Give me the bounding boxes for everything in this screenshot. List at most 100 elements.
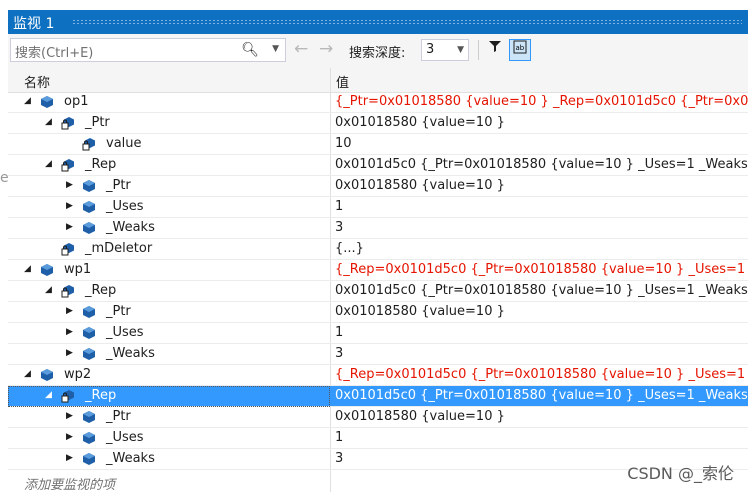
watch-row[interactable]: ▶ _Uses 1	[8, 428, 748, 449]
row-value[interactable]: 1	[335, 430, 343, 445]
forward-arrow-icon[interactable]: →	[319, 39, 333, 59]
tab-format-icon[interactable]: ab	[509, 39, 531, 61]
row-value[interactable]: {_Rep=0x0101d5c0 {_Ptr=0x01018580 {value…	[335, 367, 748, 382]
expand-arrow-icon[interactable]: ▶	[66, 432, 76, 442]
row-name: _Rep	[85, 283, 117, 298]
row-name: _Ptr	[106, 304, 131, 319]
row-name: _Rep	[85, 157, 117, 172]
svg-text:ab: ab	[516, 44, 525, 52]
row-value[interactable]: 0x01018580 {value=10 }	[335, 409, 505, 424]
expand-arrow-icon[interactable]: ▶	[66, 348, 76, 358]
toolbar: 搜索(Ctrl+E) 🔍︎ ▼ ← → 搜索深度: 3 ▼ ab	[8, 34, 748, 68]
row-value[interactable]: 0x0101d5c0 {_Ptr=0x01018580 {value=10 } …	[335, 157, 748, 172]
watch-row[interactable]: ◢ _Rep 0x0101d5c0 {_Ptr=0x01018580 {value=…	[8, 155, 748, 176]
row-value[interactable]: 3	[335, 451, 343, 466]
watch-row[interactable]: ▶ _Ptr 0x01018580 {value=10 }	[8, 302, 748, 323]
add-watch-input[interactable]: 添加要监视的项	[24, 474, 115, 493]
expand-arrow-icon[interactable]: ▶	[66, 222, 76, 232]
object-icon	[40, 368, 54, 382]
expand-arrow-icon[interactable]: ▶	[66, 327, 76, 337]
row-value[interactable]: 0x0101d5c0 {_Ptr=0x01018580 {value=10 } …	[335, 388, 748, 403]
search-box[interactable]: 搜索(Ctrl+E) 🔍︎ ▼	[10, 38, 286, 62]
watch-row[interactable]: ◢ op1 {_Ptr=0x01018580 {value=10 } _Rep=0x…	[8, 92, 748, 113]
row-name: _Weaks	[106, 220, 155, 235]
watch-row[interactable]: ▶ _Uses 1	[8, 197, 748, 218]
watch-row[interactable]: ◢ wp2 {_Rep=0x0101d5c0 {_Ptr=0x01018580 {v…	[8, 365, 748, 386]
row-value[interactable]: {_Rep=0x0101d5c0 {_Ptr=0x01018580 {value…	[335, 262, 748, 277]
watch-row[interactable]: ◢ _Rep 0x0101d5c0 {_Ptr=0x01018580 {value=…	[8, 281, 748, 302]
watch-row[interactable]: ◢ _Rep 0x0101d5c0 {_Ptr=0x01018580 {value=…	[8, 386, 748, 407]
search-icon[interactable]: 🔍︎	[241, 42, 259, 58]
watch-row[interactable]: ◢ _Ptr 0x01018580 {value=10 }	[8, 113, 748, 134]
watch-row[interactable]: ▶ _Weaks 3	[8, 218, 748, 239]
object-icon	[82, 305, 96, 319]
row-value[interactable]: 0x0101d5c0 {_Ptr=0x01018580 {value=10 } …	[335, 283, 748, 298]
watch-row[interactable]: _mDeletor {...}	[8, 239, 748, 260]
collapse-arrow-icon[interactable]: ◢	[24, 369, 34, 379]
object-icon	[82, 431, 96, 445]
row-name: value	[106, 136, 142, 151]
collapse-arrow-icon[interactable]: ◢	[24, 264, 34, 274]
search-depth-value: 3	[426, 42, 435, 57]
collapse-arrow-icon[interactable]: ◢	[24, 96, 34, 106]
value-column-header[interactable]: 值	[336, 72, 349, 91]
row-value[interactable]: 1	[335, 325, 343, 340]
row-value[interactable]: 0x01018580 {value=10 }	[335, 178, 505, 193]
watch-row[interactable]: ▶ _Uses 1	[8, 323, 748, 344]
private-member-icon	[61, 116, 75, 130]
grid-header: 名称 值	[8, 68, 748, 93]
back-arrow-icon[interactable]: ←	[294, 39, 308, 59]
collapse-arrow-icon[interactable]: ◢	[45, 390, 55, 400]
chevron-down-icon[interactable]: ▼	[272, 44, 279, 54]
row-name: _mDeletor	[85, 241, 153, 256]
object-icon	[82, 179, 96, 193]
filter-icon[interactable]	[484, 39, 506, 61]
private-member-icon	[61, 158, 75, 172]
watch-row[interactable]: value 10	[8, 134, 748, 155]
row-name: _Uses	[106, 325, 144, 340]
row-name: _Ptr	[85, 115, 110, 130]
row-value[interactable]: 0x01018580 {value=10 }	[335, 115, 505, 130]
name-column-header[interactable]: 名称	[24, 72, 50, 91]
collapse-arrow-icon[interactable]: ◢	[45, 159, 55, 169]
expand-arrow-icon[interactable]: ▶	[66, 453, 76, 463]
private-member-icon	[61, 389, 75, 403]
row-value[interactable]: 0x01018580 {value=10 }	[335, 304, 505, 319]
search-input[interactable]: 搜索(Ctrl+E)	[15, 42, 93, 61]
object-icon	[82, 200, 96, 214]
expand-arrow-icon[interactable]: ▶	[66, 306, 76, 316]
expand-arrow-icon[interactable]: ▶	[66, 180, 76, 190]
watch-row[interactable]: ◢ wp1 {_Rep=0x0101d5c0 {_Ptr=0x01018580 {v…	[8, 260, 748, 281]
watch-row[interactable]: ▶ _Ptr 0x01018580 {value=10 }	[8, 407, 748, 428]
row-value[interactable]: 3	[335, 346, 343, 361]
search-depth-label: 搜索深度:	[349, 46, 406, 61]
row-value[interactable]: {...}	[335, 241, 364, 256]
row-value[interactable]: 3	[335, 220, 343, 235]
expand-arrow-icon[interactable]: ▶	[66, 411, 76, 421]
window-title-bar: 监视 1	[0, 0, 748, 34]
watch-row[interactable]: ▶ _Weaks 3	[8, 344, 748, 365]
row-name: _Uses	[106, 430, 144, 445]
private-member-icon	[82, 137, 96, 151]
chevron-down-icon[interactable]: ▼	[457, 45, 464, 55]
expand-arrow-icon[interactable]: ▶	[66, 201, 76, 211]
watermark: CSDN @_索伦	[627, 464, 734, 483]
row-name: _Rep	[85, 388, 117, 403]
search-depth-select[interactable]: 3 ▼	[421, 39, 469, 61]
watch-row[interactable]: ▶ _Ptr 0x01018580 {value=10 }	[8, 176, 748, 197]
window-title: 监视 1	[13, 16, 55, 32]
object-icon	[82, 347, 96, 361]
private-member-icon	[61, 242, 75, 256]
row-name: _Weaks	[106, 346, 155, 361]
row-value[interactable]: {_Ptr=0x01018580 {value=10 } _Rep=0x0101…	[335, 94, 748, 109]
object-icon	[82, 410, 96, 424]
row-name: wp1	[64, 262, 92, 277]
row-name: _Weaks	[106, 451, 155, 466]
row-value[interactable]: 1	[335, 199, 343, 214]
collapse-arrow-icon[interactable]: ◢	[45, 285, 55, 295]
row-value[interactable]: 10	[335, 136, 352, 151]
collapse-arrow-icon[interactable]: ◢	[45, 117, 55, 127]
object-icon	[82, 326, 96, 340]
drag-grip[interactable]	[72, 19, 742, 25]
title-tab[interactable]: 监视 1	[8, 10, 748, 34]
